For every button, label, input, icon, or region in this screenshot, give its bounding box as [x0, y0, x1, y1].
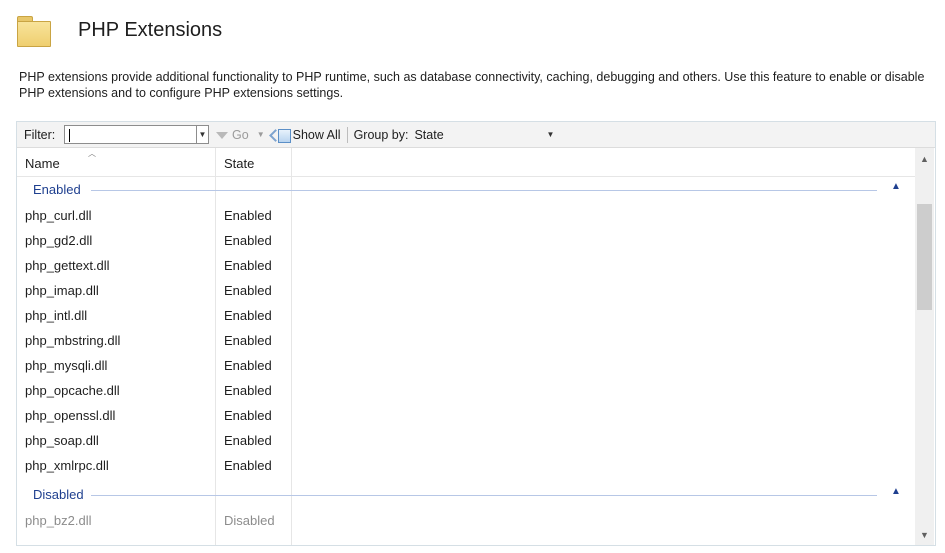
extension-name: php_gd2.dll	[25, 233, 93, 248]
extension-name: php_imap.dll	[25, 283, 99, 298]
page-title: PHP Extensions	[78, 18, 223, 41]
extension-state: Enabled	[224, 333, 272, 348]
extension-name: php_intl.dll	[25, 308, 88, 323]
table-row[interactable]: php_soap.dll Enabled	[17, 429, 915, 454]
extension-name: php_gettext.dll	[25, 258, 110, 273]
go-label: Go	[232, 127, 249, 142]
page-description: PHP extensions provide additional functi…	[19, 70, 925, 100]
group-label: Enabled	[33, 182, 85, 197]
collapse-icon[interactable]: ▲	[891, 181, 901, 192]
extension-state: Enabled	[224, 308, 272, 323]
extension-name: php_curl.dll	[25, 208, 92, 223]
table-row[interactable]: php_bz2.dll Disabled	[17, 509, 915, 534]
extension-name: php_openssl.dll	[25, 408, 116, 423]
filter-toolbar: Filter: ▼ Go ▼ Show All Group by: State …	[17, 122, 935, 148]
group-by-value: State	[414, 127, 444, 142]
chevron-down-icon: ▼	[198, 130, 207, 139]
extension-state: Enabled	[224, 383, 272, 398]
extension-state: Enabled	[224, 433, 272, 448]
extension-state: Enabled	[224, 258, 272, 273]
extension-name: php_opcache.dll	[25, 383, 120, 398]
show-all-label: Show All	[292, 127, 341, 142]
table-row[interactable]: php_mbstring.dll Enabled	[17, 329, 915, 354]
chevron-down-icon: ▼	[256, 130, 265, 139]
table-row[interactable]: php_gd2.dll Enabled	[17, 229, 915, 254]
extension-state: Enabled	[224, 408, 272, 423]
extension-name: php_mysqli.dll	[25, 358, 108, 373]
table-row[interactable]: php_opcache.dll Enabled	[17, 379, 915, 404]
page-header: PHP Extensions	[16, 10, 222, 50]
column-header-state[interactable]: State	[224, 156, 254, 171]
group-header-enabled[interactable]: Enabled ▲	[17, 179, 915, 199]
column-header: Name ︿ State	[17, 148, 915, 177]
table-row[interactable]: php_gettext.dll Enabled	[17, 254, 915, 279]
scrollbar-thumb[interactable]	[917, 204, 932, 310]
scroll-up-icon[interactable]: ▲	[915, 150, 934, 167]
extension-name: php_soap.dll	[25, 433, 99, 448]
chevron-down-icon: ▼	[546, 130, 555, 139]
filter-dropdown-button[interactable]: ▼	[196, 125, 209, 144]
extension-state: Disabled	[224, 513, 275, 528]
show-all-icon	[268, 127, 291, 143]
extension-name: php_bz2.dll	[25, 513, 92, 528]
go-button[interactable]: Go ▼	[216, 128, 265, 142]
group-by-select[interactable]: State ▼	[414, 128, 554, 142]
extension-state: Enabled	[224, 283, 272, 298]
extension-state: Enabled	[224, 358, 272, 373]
filter-label: Filter:	[24, 127, 56, 142]
vertical-scrollbar[interactable]: ▲ ▼	[915, 148, 934, 545]
extension-state: Enabled	[224, 458, 272, 473]
extensions-panel: Filter: ▼ Go ▼ Show All Group by: State …	[16, 121, 936, 546]
group-by-label: Group by:	[353, 127, 409, 142]
toolbar-separator	[346, 126, 348, 143]
extension-name: php_mbstring.dll	[25, 333, 121, 348]
table-row[interactable]: php_curl.dll Enabled	[17, 204, 915, 229]
table-row[interactable]: php_intl.dll Enabled	[17, 304, 915, 329]
group-label: Disabled	[33, 487, 88, 502]
table-row[interactable]: php_xmlrpc.dll Enabled	[17, 454, 915, 479]
filter-input[interactable]	[64, 125, 196, 144]
table-row[interactable]: php_openssl.dll Enabled	[17, 404, 915, 429]
extension-state: Enabled	[224, 233, 272, 248]
table-row[interactable]: php_imap.dll Enabled	[17, 279, 915, 304]
column-header-name[interactable]: Name	[25, 156, 60, 171]
extension-state: Enabled	[224, 208, 272, 223]
sort-ascending-icon: ︿	[88, 149, 96, 158]
filter-funnel-icon	[216, 132, 228, 139]
extension-name: php_xmlrpc.dll	[25, 458, 109, 473]
table-row[interactable]: php_mysqli.dll Enabled	[17, 354, 915, 379]
folder-icon	[16, 14, 52, 47]
group-header-disabled[interactable]: Disabled ▲	[17, 484, 915, 504]
collapse-icon[interactable]: ▲	[891, 486, 901, 497]
scroll-down-icon[interactable]: ▼	[915, 526, 934, 543]
show-all-button[interactable]: Show All	[268, 127, 341, 143]
